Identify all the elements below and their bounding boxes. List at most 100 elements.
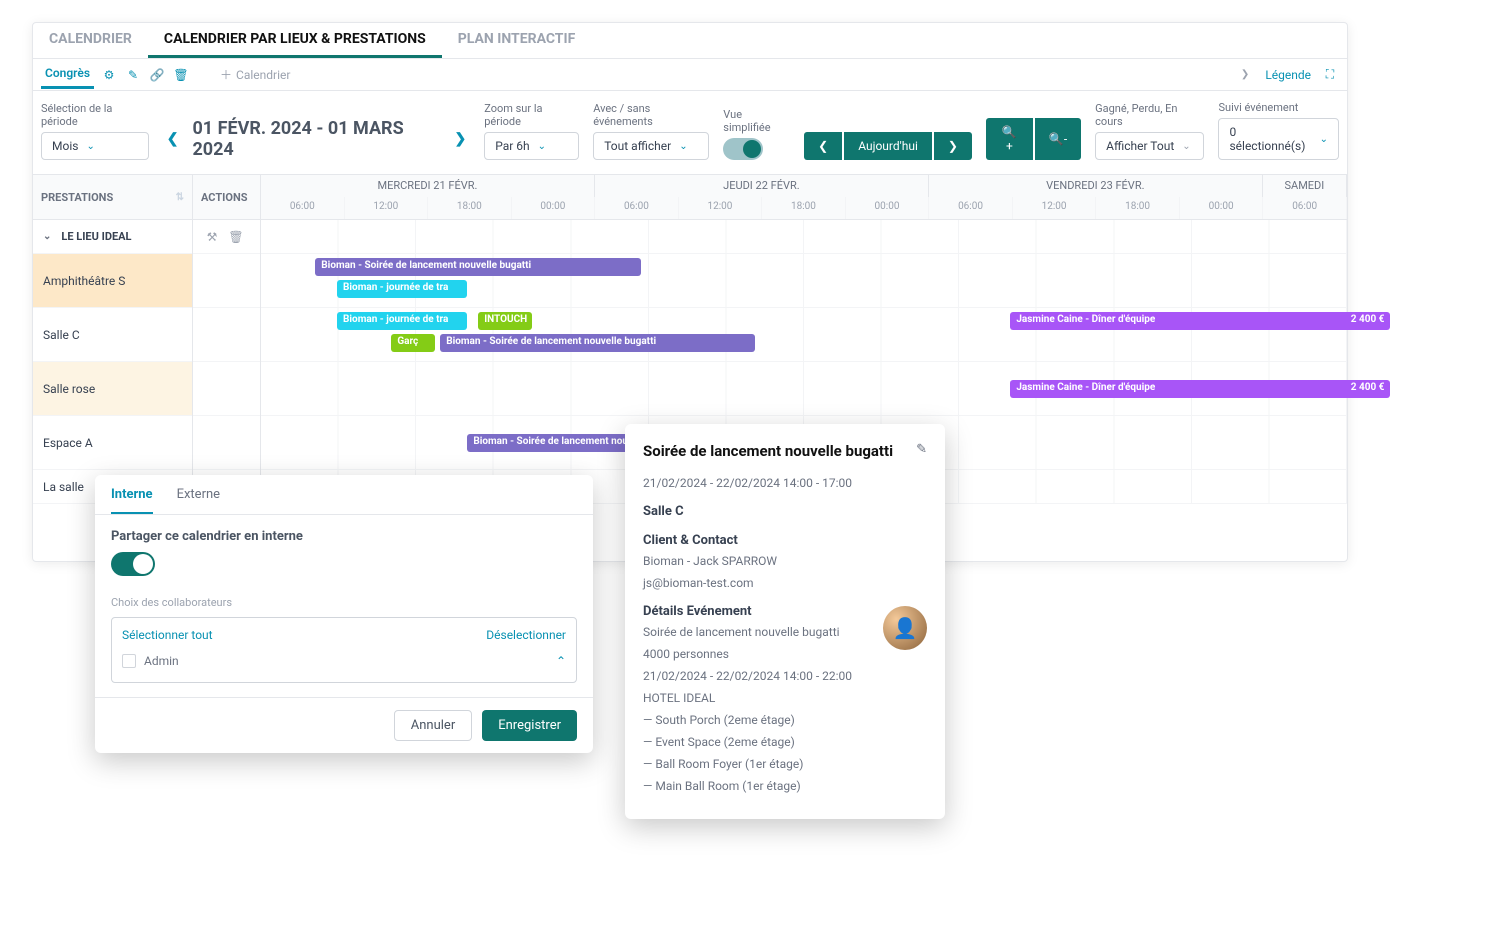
hour-header: 06:00 [929, 197, 1013, 219]
status-select[interactable]: Afficher Tout⌄ [1095, 132, 1204, 160]
chevron-down-icon: ⌄ [538, 141, 546, 152]
event-hotel: HOTEL IDEAL [643, 691, 927, 705]
event-room-item: — Main Ball Room (1er étage) [643, 779, 927, 793]
chevron-down-icon: ⌄ [43, 231, 51, 242]
fullscreen-icon[interactable]: ⛶ [1321, 66, 1339, 84]
filter-select[interactable]: Tout afficher⌄ [593, 132, 709, 160]
event-bar[interactable]: Jasmine Caine - Dîner d'équipe2 400 € [1010, 380, 1390, 398]
deselect-link[interactable]: Déselectionner [486, 628, 566, 642]
hour-header: 18:00 [1096, 197, 1180, 219]
tree-icon[interactable]: ⚒ [203, 228, 221, 246]
zoom-select[interactable]: Par 6h⌄ [484, 132, 579, 160]
date-range-label: 01 FÉVR. 2024 - 01 MARS 2024 [192, 118, 440, 160]
hour-header: 06:00 [261, 197, 345, 219]
simple-view-toggle[interactable] [723, 138, 763, 160]
room-row[interactable]: Amphithéâtre S [33, 254, 192, 308]
event-bar[interactable]: Garç [391, 334, 434, 352]
hour-header: 00:00 [846, 197, 930, 219]
hour-header: 00:00 [512, 197, 596, 219]
event-details-heading: Détails Evénement [643, 604, 927, 619]
client-name: Bioman - Jack SPARROW [643, 554, 927, 568]
chevron-down-icon: ⌄ [86, 141, 94, 152]
zoom-out-button[interactable]: 🔍- [1035, 118, 1081, 160]
share-title: Partager ce calendrier en interne [111, 529, 577, 544]
pencil-icon[interactable]: ✎ [916, 442, 927, 457]
day-header: VENDREDI 23 FÉVR. [929, 175, 1263, 197]
share-toggle[interactable] [111, 552, 155, 576]
hour-header: 06:00 [1263, 197, 1347, 219]
zoom-label: Zoom sur la période [484, 102, 579, 128]
event-room-item: — Event Space (2eme étage) [643, 735, 927, 749]
hour-header: 06:00 [595, 197, 679, 219]
collab-row[interactable]: Admin ⌃ [122, 650, 566, 672]
add-calendar-button[interactable]: ＋Calendrier [220, 66, 290, 83]
event-bar[interactable]: Bioman - Soirée de lancement nouvelle bu… [315, 258, 641, 276]
event-people: 4000 personnes [643, 647, 927, 661]
hour-header: 18:00 [762, 197, 846, 219]
chevron-down-icon: ⌄ [679, 141, 687, 152]
event-room: Salle C [643, 504, 927, 519]
event-dates: 21/02/2024 - 22/02/2024 14:00 - 17:00 [643, 476, 927, 490]
tab-plan-interactif[interactable]: PLAN INTERACTIF [442, 23, 591, 58]
event-bar[interactable]: Bioman - journée de tra [337, 280, 467, 298]
today-button[interactable]: Aujourd'hui [844, 132, 932, 160]
tab-calendrier[interactable]: CALENDRIER [33, 23, 148, 58]
status-label: Gagné, Perdu, En cours [1095, 102, 1204, 128]
hour-header: 00:00 [1180, 197, 1264, 219]
room-actions [193, 362, 260, 416]
prev-period-button[interactable]: ❮ [163, 127, 183, 151]
period-label: Sélection de la période [41, 102, 149, 128]
event-detail-popover: Soirée de lancement nouvelle bugatti ✎ 2… [625, 424, 945, 819]
event-bar[interactable]: Bioman - journée de tra [337, 312, 467, 330]
plus-icon: ＋ [220, 66, 232, 83]
next-period-button[interactable]: ❯ [451, 127, 471, 151]
day-header: MERCREDI 21 FÉVR. [261, 175, 595, 197]
period-select[interactable]: Mois⌄ [41, 132, 149, 160]
link-icon[interactable]: 🔗 [148, 66, 166, 84]
event-bar[interactable]: Bioman - Soirée de lancement nouvelle bu… [440, 334, 755, 352]
collab-label: Choix des collaborateurs [111, 596, 577, 609]
select-all-link[interactable]: Sélectionner tout [122, 628, 213, 642]
simple-view-label: Vue simplifiée [723, 108, 790, 134]
prev-button[interactable]: ❮ [804, 132, 842, 160]
actions-header: ACTIONS [193, 175, 261, 219]
calendar-subbar: Congrès ⚙ ✎ 🔗 🗑 ＋Calendrier ❯ Légende ⛶ [33, 59, 1347, 91]
venue-row[interactable]: ⌄LE LIEU IDEAL [33, 220, 192, 254]
next-button[interactable]: ❯ [934, 132, 972, 160]
room-actions [193, 254, 260, 308]
day-header: SAMEDI [1263, 175, 1347, 197]
save-button[interactable]: Enregistrer [482, 710, 577, 741]
follow-select[interactable]: 0 sélectionné(s)⌄ [1218, 118, 1339, 160]
legend-link[interactable]: Légende [1265, 68, 1311, 82]
event-bar[interactable]: Jasmine Caine - Dîner d'équipe2 400 € [1010, 312, 1390, 330]
gear-icon[interactable]: ⚙ [100, 66, 118, 84]
chevron-up-icon[interactable]: ⌃ [556, 654, 566, 668]
trash-icon[interactable]: 🗑 [227, 228, 245, 246]
event-room-item: — South Porch (2eme étage) [643, 713, 927, 727]
pencil-icon[interactable]: ✎ [124, 66, 142, 84]
venue-actions: ⚒🗑 [193, 220, 260, 254]
room-row[interactable]: Espace A [33, 416, 192, 470]
tab-interne[interactable]: Interne [111, 487, 153, 514]
tab-externe[interactable]: Externe [177, 487, 220, 514]
share-modal: Interne Externe Partager ce calendrier e… [95, 475, 593, 753]
collab-box: Sélectionner tout Déselectionner Admin ⌃ [111, 617, 577, 683]
trash-icon[interactable]: 🗑 [172, 66, 190, 84]
room-row[interactable]: Salle rose [33, 362, 192, 416]
client-email: js@bioman-test.com [643, 576, 927, 590]
calendar-name[interactable]: Congrès [41, 60, 94, 89]
tab-calendrier-lieux[interactable]: CALENDRIER PAR LIEUX & PRESTATIONS [148, 23, 442, 58]
day-header: JEUDI 22 FÉVR. [595, 175, 929, 197]
hour-header: 12:00 [1013, 197, 1097, 219]
room-row[interactable]: Salle C [33, 308, 192, 362]
checkbox[interactable] [122, 654, 136, 668]
chevron-right-icon[interactable]: ❯ [1241, 69, 1249, 80]
room-actions [193, 308, 260, 362]
zoom-in-button[interactable]: 🔍+ [986, 118, 1033, 160]
event-bar[interactable]: INTOUCH [478, 312, 532, 330]
hour-header: 18:00 [428, 197, 512, 219]
event-full-dates: 21/02/2024 - 22/02/2024 14:00 - 22:00 [643, 669, 927, 683]
grid-header: PRESTATIONS⇅ ACTIONS MERCREDI 21 FÉVR. J… [33, 174, 1347, 220]
cancel-button[interactable]: Annuler [394, 710, 472, 741]
prestations-header[interactable]: PRESTATIONS⇅ [33, 175, 193, 219]
